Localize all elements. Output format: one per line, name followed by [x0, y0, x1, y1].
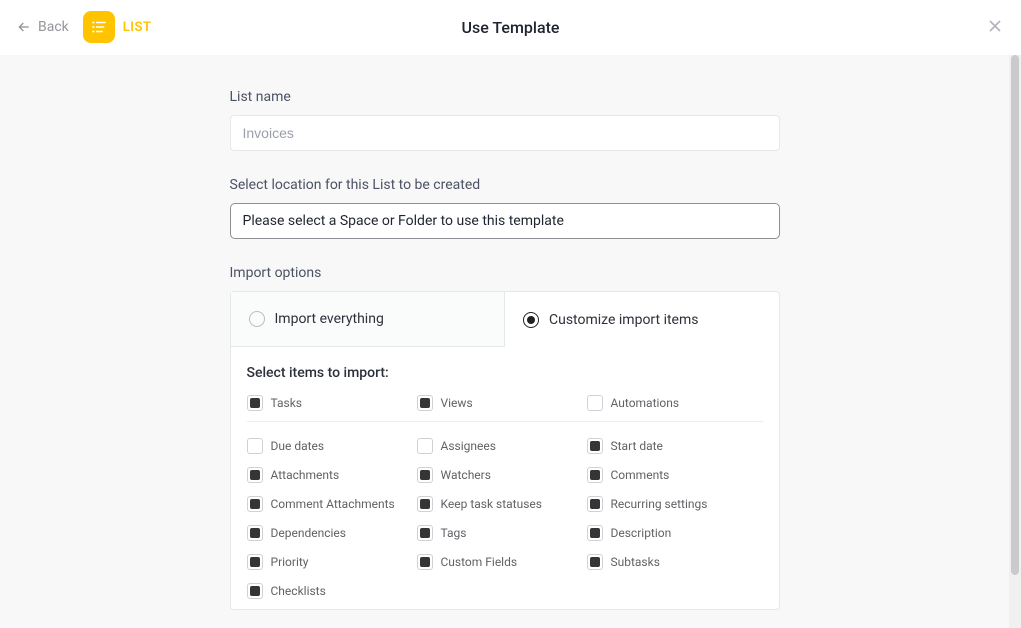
- checkbox-item[interactable]: Comment Attachments: [247, 496, 417, 512]
- checkbox-item[interactable]: Description: [587, 525, 757, 541]
- checkbox-icon: [587, 438, 603, 454]
- checkbox-item[interactable]: Keep task statuses: [417, 496, 587, 512]
- checkbox-icon: [247, 496, 263, 512]
- checkbox-item[interactable]: Comments: [587, 467, 757, 483]
- checkbox-label: Tags: [441, 526, 467, 540]
- checkbox-label: Keep task statuses: [441, 497, 542, 511]
- checkbox-label: Views: [441, 396, 473, 410]
- checkbox-icon: [587, 554, 603, 570]
- location-select[interactable]: Please select a Space or Folder to use t…: [230, 203, 780, 239]
- checkbox-icon: [417, 525, 433, 541]
- modal-title: Use Template: [0, 18, 1021, 37]
- checkbox-icon: [417, 467, 433, 483]
- checkbox-label: Dependencies: [271, 526, 346, 540]
- checkbox-icon: [247, 467, 263, 483]
- checkbox-item[interactable]: Custom Fields: [417, 554, 587, 570]
- checkbox-icon: [587, 395, 603, 411]
- radio-import-everything: [249, 311, 265, 327]
- back-button[interactable]: Back: [16, 19, 69, 35]
- checkbox-label: Automations: [611, 396, 680, 410]
- select-items-label: Select items to import:: [247, 365, 763, 381]
- checkbox-label: Assignees: [441, 439, 496, 453]
- checkbox-item[interactable]: Start date: [587, 438, 757, 454]
- location-placeholder: Please select a Space or Folder to use t…: [243, 213, 564, 229]
- checkbox-item[interactable]: Views: [417, 395, 587, 411]
- checkbox-icon: [417, 438, 433, 454]
- scrollbar-track[interactable]: [1009, 55, 1021, 628]
- checkbox-label: Tasks: [271, 396, 303, 410]
- import-options-label: Import options: [230, 265, 780, 281]
- import-customize-label: Customize import items: [549, 312, 698, 328]
- checkbox-label: Due dates: [271, 439, 325, 453]
- checkbox-label: Comment Attachments: [271, 497, 395, 511]
- checkbox-label: Start date: [611, 439, 663, 453]
- checkbox-item[interactable]: Due dates: [247, 438, 417, 454]
- checkbox-icon: [417, 554, 433, 570]
- import-tab-customize[interactable]: Customize import items: [505, 292, 779, 347]
- close-icon: [985, 16, 1005, 36]
- modal-body: List name Select location for this List …: [0, 55, 1009, 628]
- checkbox-label: Description: [611, 526, 672, 540]
- checkbox-icon: [247, 583, 263, 599]
- close-button[interactable]: [985, 16, 1005, 40]
- spacer: [417, 583, 587, 599]
- checkbox-item[interactable]: Priority: [247, 554, 417, 570]
- checkbox-label: Attachments: [271, 468, 340, 482]
- back-label: Back: [38, 19, 69, 35]
- checkbox-label: Priority: [271, 555, 309, 569]
- secondary-items-grid: Due dates Assignees Start date Attachments W…: [247, 438, 763, 599]
- location-label: Select location for this List to be crea…: [230, 177, 780, 193]
- checkbox-icon: [247, 525, 263, 541]
- list-name-input[interactable]: [230, 115, 780, 151]
- checkbox-item[interactable]: Checklists: [247, 583, 417, 599]
- import-tab-everything[interactable]: Import everything: [231, 292, 506, 347]
- checkbox-item[interactable]: Dependencies: [247, 525, 417, 541]
- checkbox-label: Subtasks: [611, 555, 660, 569]
- import-options-card: Import everything Customize import items…: [230, 291, 780, 610]
- checkbox-item[interactable]: Tasks: [247, 395, 417, 411]
- checkbox-icon: [417, 395, 433, 411]
- list-icon: [83, 11, 115, 43]
- checkbox-icon: [247, 395, 263, 411]
- checkbox-label: Custom Fields: [441, 555, 518, 569]
- checkbox-icon: [247, 438, 263, 454]
- entity-type-badge: LIST: [83, 11, 152, 43]
- checkbox-label: Recurring settings: [611, 497, 708, 511]
- scrollbar-thumb[interactable]: [1011, 55, 1019, 575]
- arrow-left-icon: [16, 19, 32, 35]
- import-everything-label: Import everything: [275, 311, 384, 327]
- list-name-label: List name: [230, 89, 780, 105]
- radio-customize: [523, 312, 539, 328]
- checkbox-label: Checklists: [271, 584, 326, 598]
- checkbox-label: Comments: [611, 468, 670, 482]
- spacer: [587, 583, 757, 599]
- checkbox-item[interactable]: Tags: [417, 525, 587, 541]
- checkbox-icon: [247, 554, 263, 570]
- entity-type-label: LIST: [123, 20, 152, 35]
- checkbox-icon: [587, 467, 603, 483]
- checkbox-item[interactable]: Watchers: [417, 467, 587, 483]
- checkbox-label: Watchers: [441, 468, 491, 482]
- checkbox-item[interactable]: Subtasks: [587, 554, 757, 570]
- checkbox-icon: [417, 496, 433, 512]
- checkbox-icon: [587, 525, 603, 541]
- checkbox-item[interactable]: Assignees: [417, 438, 587, 454]
- checkbox-item[interactable]: Automations: [587, 395, 757, 411]
- checkbox-item[interactable]: Recurring settings: [587, 496, 757, 512]
- modal-header: Back LIST Use Template: [0, 0, 1021, 55]
- checkbox-icon: [587, 496, 603, 512]
- checkbox-item[interactable]: Attachments: [247, 467, 417, 483]
- primary-items-row: Tasks Views Automations: [247, 395, 763, 422]
